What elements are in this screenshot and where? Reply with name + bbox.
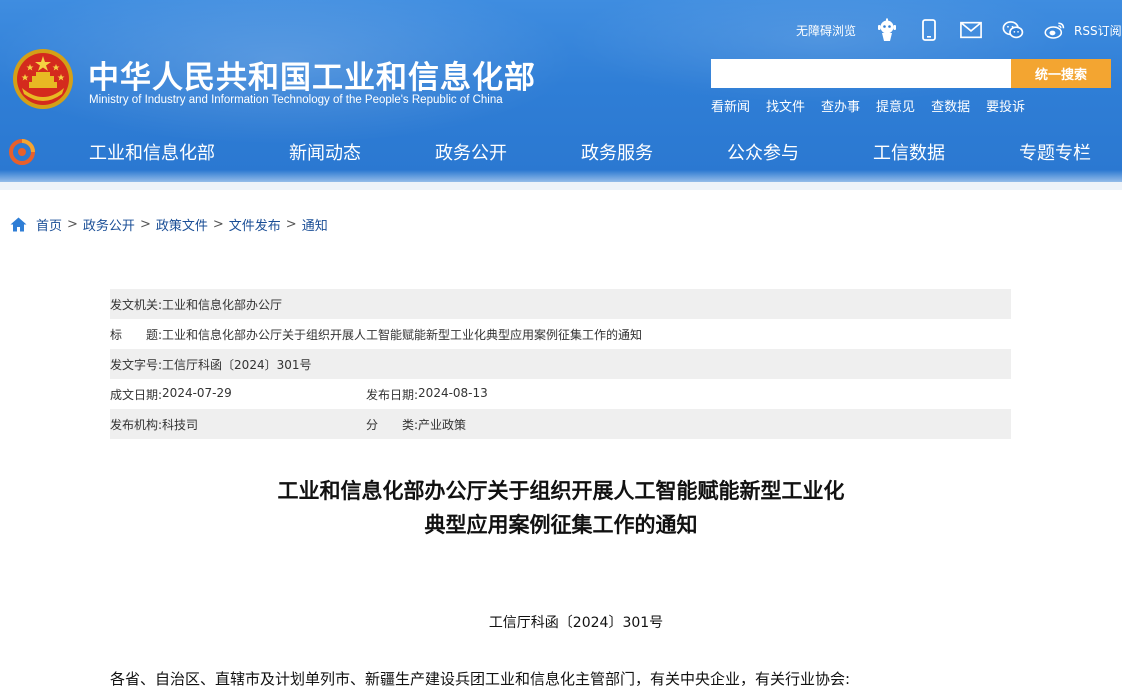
published-date-value: 2024-08-13	[418, 385, 488, 400]
national-emblem-icon[interactable]	[12, 48, 74, 110]
header-bottom-strip	[0, 182, 1122, 190]
accessibility-link[interactable]: 无障碍浏览	[796, 22, 856, 39]
breadcrumb-separator: >	[212, 217, 224, 232]
search-button[interactable]: 统一搜索	[1011, 59, 1111, 88]
article-title-line-1: 工业和信息化部办公厅关于组织开展人工智能赋能新型工业化	[277, 479, 845, 503]
issuer-label: 发文机关:	[110, 297, 163, 312]
subject-label: 标 题:	[110, 327, 163, 342]
published-date-label: 发布日期:	[366, 387, 419, 402]
quick-link-files[interactable]: 找文件	[766, 96, 805, 115]
nav-item-data[interactable]: 工信数据	[873, 139, 945, 165]
meta-row-dates: 成文日期: 2024-07-29 发布日期: 2024-08-13	[110, 379, 1011, 409]
doc-no-value: 工信厅科函〔2024〕301号	[162, 357, 312, 372]
subject-value: 工业和信息化部办公厅关于组织开展人工智能赋能新型工业化典型应用案例征集工作的通知	[162, 327, 643, 342]
article-salutation: 各省、自治区、直辖市及计划单列市、新疆生产建设兵团工业和信息化主管部门，有关中央…	[110, 670, 851, 688]
mail-icon[interactable]	[960, 19, 982, 41]
breadcrumb-home[interactable]: 首页	[36, 215, 62, 234]
breadcrumb-separator: >	[139, 217, 151, 232]
breadcrumb-policy-files[interactable]: 政策文件	[156, 215, 208, 234]
main-nav: 工业和信息化部 新闻动态 政务公开 政务服务 公众参与 工信数据 专题专栏	[0, 132, 1122, 170]
meta-row-issuer: 发文机关: 工业和信息化部办公厅	[110, 289, 1011, 319]
quick-link-services[interactable]: 查办事	[821, 96, 860, 115]
meta-row-doc-no: 发文字号: 工信厅科函〔2024〕301号	[110, 349, 1011, 379]
weibo-icon[interactable]	[1044, 19, 1066, 41]
nav-item-services[interactable]: 政务服务	[581, 139, 653, 165]
doc-no-label: 发文字号:	[110, 357, 163, 372]
site-title[interactable]: 中华人民共和国工业和信息化部	[88, 52, 536, 97]
category-value: 产业政策	[418, 417, 467, 432]
document-meta-table: 发文机关: 工业和信息化部办公厅 标 题: 工业和信息化部办公厅关于组织开展人工…	[110, 289, 1011, 439]
org-label: 发布机构:	[110, 417, 163, 432]
site-header: 中华人民共和国工业和信息化部 Ministry of Industry and …	[0, 0, 1122, 190]
breadcrumb-notice[interactable]: 通知	[302, 215, 328, 234]
rss-link[interactable]: RSS订阅	[1074, 22, 1122, 39]
nav-item-participation[interactable]: 公众参与	[727, 139, 799, 165]
written-date-label: 成文日期:	[110, 387, 163, 402]
ministry-logo-icon[interactable]	[8, 138, 36, 166]
nav-item-news[interactable]: 新闻动态	[289, 139, 361, 165]
quick-link-complaint[interactable]: 要投诉	[986, 96, 1025, 115]
quick-link-data[interactable]: 查数据	[931, 96, 970, 115]
robot-icon[interactable]	[876, 18, 898, 41]
category-label: 分 类:	[366, 417, 419, 432]
breadcrumb-separator: >	[67, 217, 78, 232]
breadcrumb-gov-affairs[interactable]: 政务公开	[83, 215, 135, 234]
article-title: 工业和信息化部办公厅关于组织开展人工智能赋能新型工业化 典型应用案例征集工作的通…	[0, 474, 1122, 542]
nav-item-topics[interactable]: 专题专栏	[1019, 139, 1091, 165]
breadcrumb: 首页 > 政务公开 > 政策文件 > 文件发布 > 通知	[10, 215, 328, 234]
wechat-icon[interactable]	[1002, 19, 1024, 41]
search-input[interactable]	[711, 59, 1011, 88]
written-date-value: 2024-07-29	[162, 385, 232, 400]
org-value: 科技司	[162, 417, 199, 432]
quick-links: 看新闻 找文件 查办事 提意见 查数据 要投诉	[711, 96, 1041, 115]
quick-link-feedback[interactable]: 提意见	[876, 96, 915, 115]
mobile-icon[interactable]	[918, 19, 940, 41]
site-title-english: Ministry of Industry and Information Tec…	[89, 94, 503, 106]
top-toolbar: 无障碍浏览 RSS订阅	[796, 14, 1122, 46]
meta-row-org: 发布机构: 科技司 分 类: 产业政策	[110, 409, 1011, 439]
issuer-value: 工业和信息化部办公厅	[162, 297, 283, 312]
breadcrumb-file-release[interactable]: 文件发布	[229, 215, 281, 234]
nav-item-gov-affairs[interactable]: 政务公开	[435, 139, 507, 165]
meta-row-subject: 标 题: 工业和信息化部办公厅关于组织开展人工智能赋能新型工业化典型应用案例征集…	[110, 319, 1011, 349]
home-icon	[10, 217, 27, 232]
article-doc-number: 工信厅科函〔2024〕301号	[488, 615, 664, 631]
breadcrumb-separator: >	[285, 217, 297, 232]
article-title-line-2: 典型应用案例征集工作的通知	[424, 513, 698, 537]
quick-link-news[interactable]: 看新闻	[711, 96, 750, 115]
nav-item-ministry[interactable]: 工业和信息化部	[89, 139, 215, 165]
